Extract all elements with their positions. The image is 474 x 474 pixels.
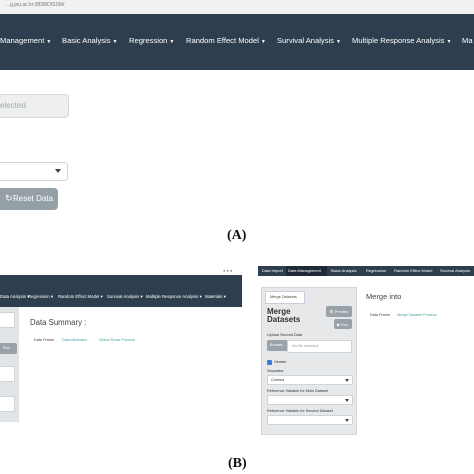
ref-second-select[interactable] (267, 415, 353, 425)
nav-regression[interactable]: Regression ▼ (129, 36, 174, 45)
separator-value: Comma (271, 378, 285, 382)
nav-basic-analysis[interactable]: Basic Analysis ▼ (62, 36, 118, 45)
tab-random-effect[interactable]: Random Effect Model (394, 268, 432, 273)
data-frame-label-b: Data Frame (370, 313, 391, 317)
chevron-down-icon (345, 419, 349, 422)
caret-down-icon: ▼ (112, 39, 118, 45)
merge-into-title: Merge into (366, 292, 402, 301)
separator-label: Separator (267, 369, 284, 373)
upload-label: Upload Second Data (267, 333, 303, 337)
nav-materials-b[interactable]: Materials ▾ (205, 294, 226, 300)
ref-main-label: Reference Variable for Main Dataset (267, 389, 329, 393)
caret-down-icon: ▼ (260, 39, 266, 45)
run-button-b-left[interactable]: Run (0, 343, 17, 354)
merge-tab-label: Merge Datasets (270, 295, 297, 299)
nav-survival-b[interactable]: Survival Analysis ▾ (107, 294, 143, 300)
data-frame-label: Data Frame (34, 338, 55, 342)
data-attributes-link[interactable]: Data Attributes (62, 338, 87, 342)
nav-regression-b[interactable]: Regression ▾ (28, 294, 53, 300)
chevron-down-icon (55, 169, 61, 173)
window-controls-icon: ● ● ● (223, 268, 233, 273)
merge-title: Merge Datasets (267, 307, 301, 324)
ref-second-label: Reference Variable for Second Dataset (267, 409, 333, 413)
figure-label-b: (B) (228, 456, 247, 471)
nav-data-analysis[interactable]: Data Analysis ▾ (0, 294, 29, 300)
tab-data-import[interactable]: Data Import (262, 268, 283, 273)
data-summary-title: Data Summary : (30, 318, 87, 327)
reset-data-button[interactable]: ↻ Reset Data (0, 188, 58, 210)
nav-survival-analysis[interactable]: Survival Analysis ▼ (277, 36, 341, 45)
sidebar-input-2[interactable] (0, 366, 15, 382)
separator-select[interactable]: Comma (267, 375, 353, 385)
nav-multiple-response-b[interactable]: Multiple Response Analysis ▾ (146, 294, 202, 300)
ref-main-select[interactable] (267, 395, 353, 405)
select-rows-link[interactable]: Select Rows Process (99, 338, 135, 342)
chevron-down-icon (345, 379, 349, 382)
reset-label: Reset Data (13, 194, 54, 203)
merge-datasets-tab[interactable]: Merge Datasets (265, 291, 305, 304)
nav-random-effect-model[interactable]: Random Effect Model ▼ (186, 36, 266, 45)
file-name-field[interactable]: No file selected. (287, 340, 352, 353)
navbar-b-left (0, 275, 242, 307)
tab-basic-analysis[interactable]: Basic Analysis (331, 268, 357, 273)
run-label: ▶ Run (337, 323, 348, 327)
selected-placeholder: elected (0, 101, 26, 110)
figure-label-a: (A) (227, 228, 247, 243)
url-text: ...g.jnu.ac.kr:3838/DISSM/ (6, 2, 65, 8)
caret-down-icon: ▼ (46, 39, 52, 45)
tab-regression[interactable]: Regression (366, 268, 386, 273)
preview-label: 👁 Preview (329, 310, 349, 314)
header-label: Header (274, 360, 287, 364)
preview-button[interactable]: 👁 Preview (326, 306, 352, 317)
browser-url-bar[interactable]: ...g.jnu.ac.kr:3838/DISSM/ (0, 0, 474, 15)
browse-label: Browse... (270, 343, 286, 347)
nav-random-effect-b[interactable]: Random Effect Model ▾ (58, 294, 103, 300)
selected-variables-field[interactable]: elected (0, 94, 69, 118)
header-checkbox[interactable] (267, 360, 272, 365)
tab-survival[interactable]: Survival Analysis (440, 268, 470, 273)
sidebar-input-1[interactable] (0, 312, 15, 328)
tab-data-management[interactable]: Data Management (288, 268, 321, 273)
sidebar-input-3[interactable] (0, 396, 15, 412)
run-button-b-right[interactable]: ▶ Run (334, 319, 352, 329)
chevron-down-icon (345, 399, 349, 402)
browser-top-strip (0, 266, 242, 275)
browse-button[interactable]: Browse... (267, 340, 287, 351)
caret-down-icon: ▼ (446, 39, 452, 45)
caret-down-icon: ▼ (335, 39, 341, 45)
merge-dataset-process-link[interactable]: Merge Dataset Process (397, 313, 437, 317)
nav-multiple-response-analysis[interactable]: Multiple Response Analysis ▼ (352, 36, 451, 45)
variable-select-dropdown[interactable] (0, 162, 68, 181)
run-label: Run (3, 346, 10, 350)
refresh-icon: ↻ (5, 193, 13, 203)
nav-materials[interactable]: Ma (462, 36, 473, 45)
file-placeholder: No file selected. (292, 344, 320, 348)
nav-management[interactable]: Management ▼ (0, 36, 51, 45)
caret-down-icon: ▼ (169, 39, 175, 45)
